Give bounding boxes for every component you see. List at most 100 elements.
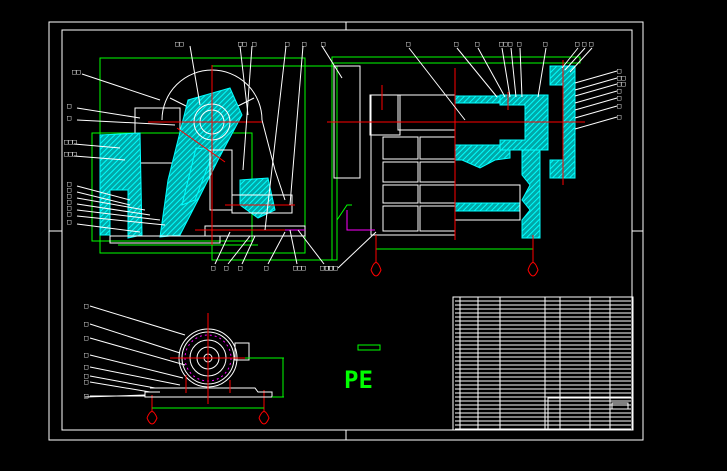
leader: □ [67, 204, 161, 221]
side-section-view [91, 57, 338, 261]
part-label: □ [67, 210, 71, 218]
part-label: □ [84, 392, 88, 400]
leader-line [89, 305, 186, 336]
part-label: □ [285, 40, 289, 48]
svg-text:PE: PE [344, 366, 373, 394]
leader: □ [67, 210, 166, 226]
leader-line [76, 215, 166, 226]
leader-line [89, 337, 186, 366]
leader: □ [67, 114, 176, 126]
part-label: □ [84, 351, 88, 359]
leader: □ [537, 40, 547, 98]
part-label: □ [302, 40, 306, 48]
leader: □ [574, 113, 621, 130]
part-label: □ [454, 40, 458, 48]
leader-line [89, 354, 184, 379]
leader-line [408, 47, 466, 121]
leader-line [289, 45, 304, 206]
part-label: □ [617, 113, 621, 121]
part-label: □ [617, 94, 621, 102]
part-label: □□□ [325, 264, 338, 272]
leader: □□ [72, 68, 161, 101]
leader-line [574, 83, 618, 97]
leader-line [537, 47, 547, 98]
part-label: □ [84, 302, 88, 310]
leader-line [89, 366, 181, 386]
part-label: □ [252, 40, 256, 48]
part-label: □□ [238, 40, 246, 48]
leader: □ [574, 102, 621, 119]
leader-labels: □□ □□ □ □ □ □□□□□□□□□□□□□□□□□□□ □ □ □ □□□ □□□□ □ □ □□… [64, 40, 625, 400]
leader: □ [67, 102, 141, 119]
part-label: □ [67, 102, 71, 110]
front-section-view [327, 56, 585, 260]
leader-line [189, 45, 201, 106]
part-label: □ [475, 40, 479, 48]
title-block-cell [611, 402, 629, 410]
part-label: □ [543, 40, 547, 48]
leader-line [569, 47, 593, 73]
part-label: □ [406, 40, 410, 48]
part-label: □□□ [64, 150, 77, 158]
leader: □ [84, 372, 156, 389]
leader-line [519, 47, 523, 98]
leader: □ [574, 67, 621, 84]
leader: □ [406, 40, 466, 121]
leader: □ [84, 320, 181, 354]
leader: □ [84, 302, 186, 336]
part-label: □ [211, 264, 215, 272]
part-label: □ [617, 102, 621, 110]
leader: □ [84, 351, 184, 379]
leader-line [337, 231, 377, 269]
part-label: □ [67, 218, 71, 226]
leader: □ [264, 231, 286, 272]
part-label: □ [224, 264, 228, 272]
leader-line [242, 45, 253, 171]
part-label: □ [517, 40, 521, 48]
part-label: □□ [499, 40, 507, 48]
leader: □ [454, 40, 498, 98]
part-label: □ [84, 334, 88, 342]
part-label: □ [67, 114, 71, 122]
leader-line [264, 45, 287, 231]
part-label: □ [508, 40, 512, 48]
cad-drawing: PE □□ □□ □ □ □ □□□□□□□□□□□□□□□□□□□ □ □ □ □□□ □□□□ □… [48, 21, 644, 441]
motor-base-view [84, 313, 284, 409]
leader: □ [508, 40, 517, 98]
leader-line [297, 229, 325, 265]
leader: □ [84, 392, 145, 400]
part-label: □ [575, 40, 579, 48]
leader-line [89, 323, 181, 354]
leader-line [267, 231, 286, 265]
leader-line [81, 73, 161, 101]
leader-line [76, 107, 141, 119]
leader: □ [264, 40, 289, 231]
leader-line [89, 381, 151, 393]
leader: □ [517, 40, 523, 98]
part-label: □□ [175, 40, 183, 48]
title-block [452, 296, 634, 431]
leader-line [289, 229, 298, 265]
leader-line [501, 47, 511, 98]
part-label: □□□ [64, 138, 77, 146]
leader-line [574, 70, 618, 84]
part-label: □ [84, 363, 88, 371]
part-label: □ [84, 320, 88, 328]
leader-line [510, 47, 517, 98]
part-label: □ [238, 264, 242, 272]
leader-line [574, 90, 618, 104]
leader-line [214, 231, 231, 265]
part-label: □ [582, 40, 586, 48]
leader-line [574, 77, 618, 91]
part-label: □□□ [293, 264, 306, 272]
part-label: □ [321, 40, 325, 48]
part-label: □ [264, 264, 268, 272]
leader-line [574, 116, 618, 130]
part-label: □□ [72, 68, 80, 76]
part-label: □ [84, 378, 88, 386]
leader: □ [242, 40, 256, 171]
leader: □□□ [325, 231, 377, 272]
logo: PE [344, 344, 381, 394]
leader: □ [289, 40, 306, 206]
part-label: □ [589, 40, 593, 48]
